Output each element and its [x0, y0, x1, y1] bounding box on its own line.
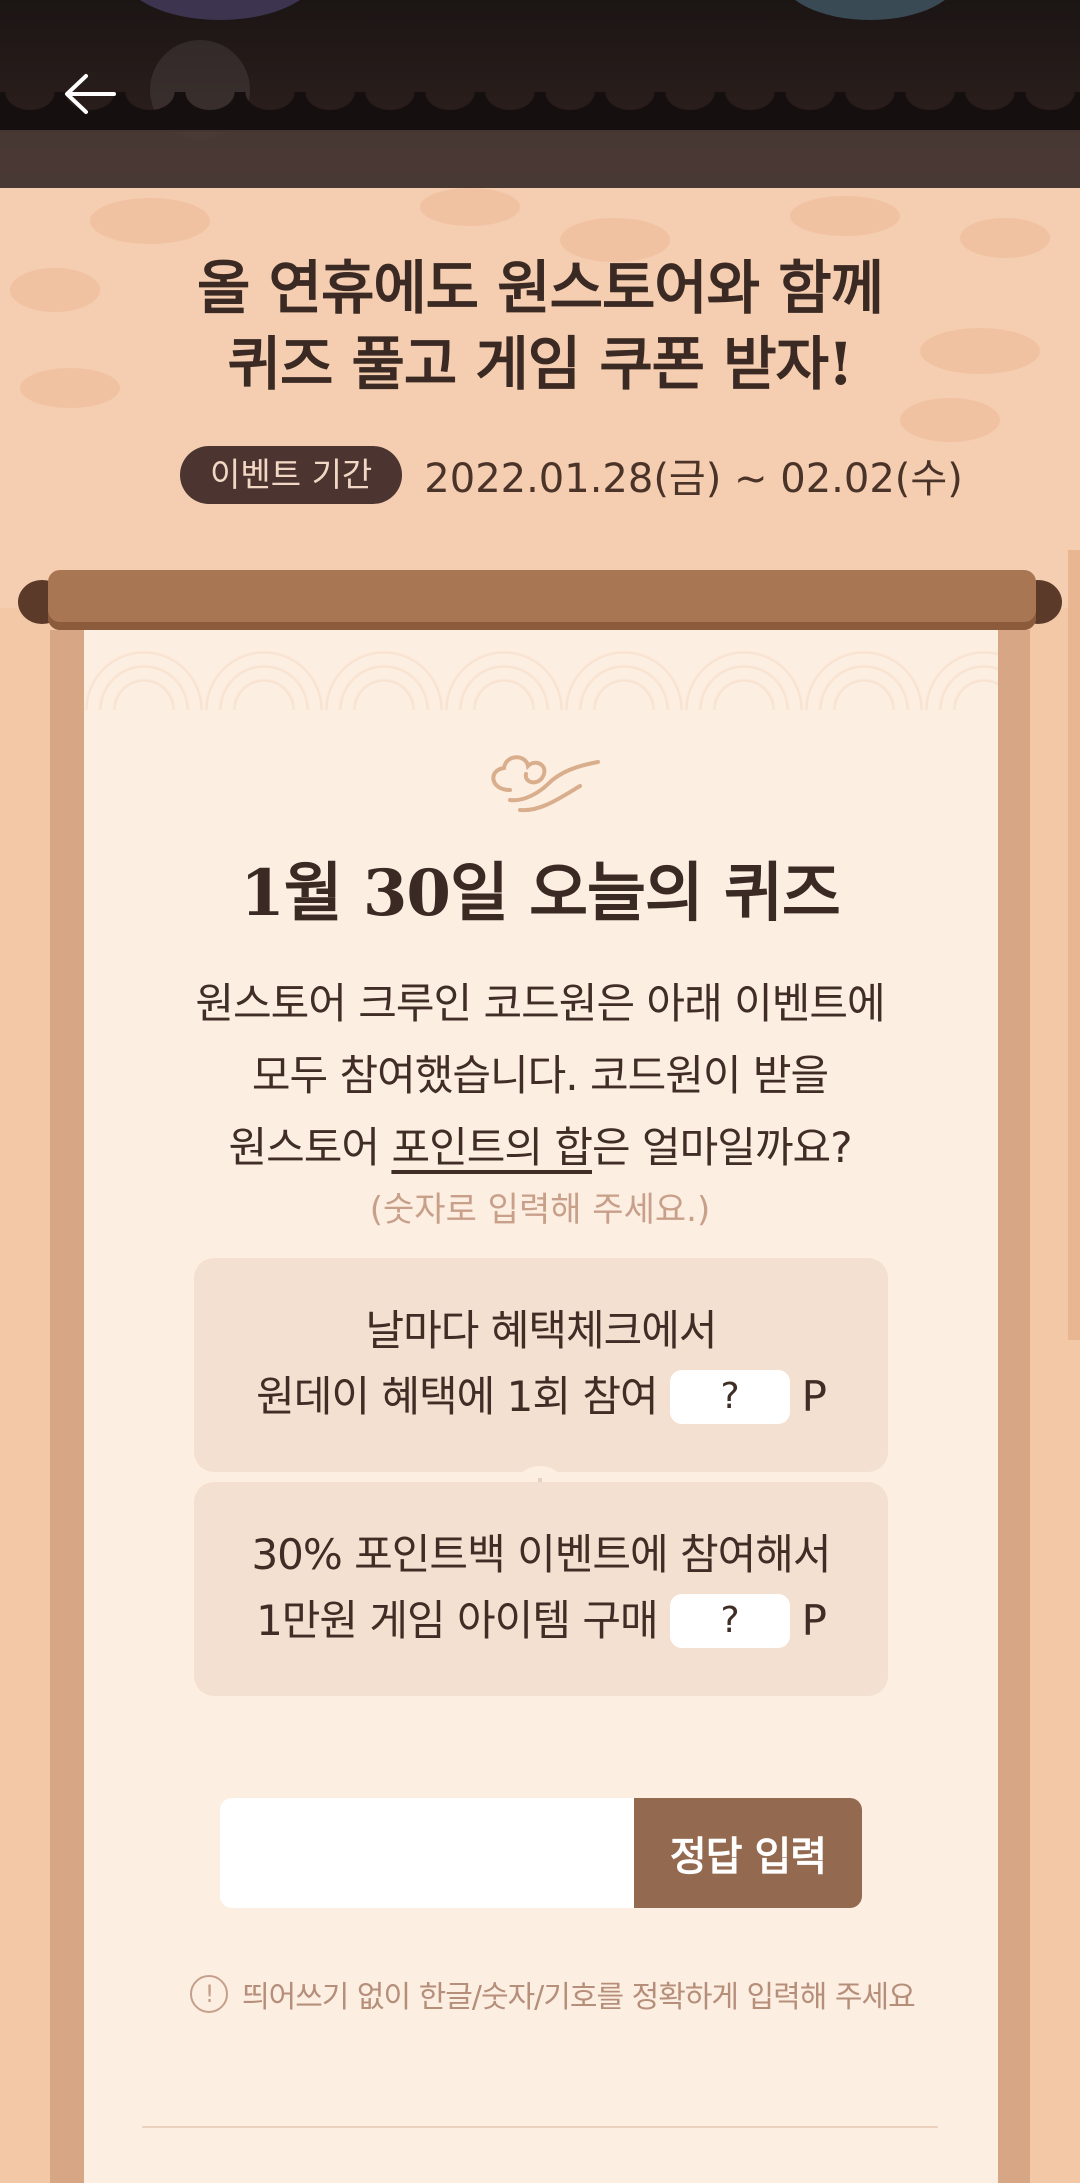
item-row: 1만원 게임 아이템 구매 ? P [194, 1588, 888, 1654]
headline-line-2: 퀴즈 풀고 게임 쿠폰 받자! [227, 330, 854, 398]
quiz-item-2: 30% 포인트백 이벤트에 참여해서 1만원 게임 아이템 구매 ? P [194, 1482, 888, 1696]
character-illustration-right [780, 0, 960, 20]
point-unit: P [801, 1596, 827, 1645]
roof-eaves [0, 130, 1080, 188]
character-illustration-left [120, 0, 320, 20]
top-banner [0, 0, 1080, 188]
quiz-item-1: 날마다 혜택체크에서 원데이 혜택에 1회 참여 ? P [194, 1258, 888, 1472]
exclamation-icon: ! [190, 1975, 228, 2013]
answer-input[interactable] [220, 1798, 634, 1908]
headline-line-1: 올 연휴에도 원스토어와 함께 [197, 254, 884, 322]
arrow-left-icon [65, 74, 116, 114]
input-notice: ! 띄어쓰기 없이 한글/숫자/기호를 정확하게 입력해 주세요 [190, 1972, 916, 2016]
quiz-title: 1월 30일 오늘의 퀴즈 [240, 856, 841, 931]
question-text: 원스토어 [228, 1123, 392, 1172]
question-line-2: 모두 참여했습니다. 코드원이 받을 [251, 1051, 829, 1100]
point-unit: P [801, 1372, 827, 1421]
question-line-3: 원스토어 포인트의 합은 얼마일까요? [0, 1112, 1080, 1184]
cloud-ornament-icon [491, 755, 600, 813]
roof-tiles [0, 92, 1080, 132]
period-dates: 2022.01.28(금) ~ 02.02(수) [424, 456, 963, 502]
item-description: 원데이 혜택에 1회 참여 [256, 1372, 659, 1421]
period-badge: 이벤트 기간 [180, 446, 403, 504]
item-row: 원데이 혜택에 1회 참여 ? P [194, 1364, 888, 1430]
event-headline: 올 연휴에도 원스토어와 함께 퀴즈 풀고 게임 쿠폰 받자! [0, 250, 1080, 402]
event-period: 이벤트 기간 2022.01.28(금) ~ 02.02(수) [180, 446, 963, 504]
input-hint: (숫자로 입력해 주세요.) [369, 1190, 711, 1230]
question-text: 은 얼마일까요? [592, 1123, 852, 1172]
submit-answer-button[interactable]: 정답 입력 [634, 1798, 862, 1908]
item-description: 30% 포인트백 이벤트에 참여해서 [251, 1530, 831, 1579]
scroll-rod [48, 570, 1036, 630]
wave-pattern [84, 630, 998, 720]
item-description: 날마다 혜택체크에서 [365, 1306, 717, 1355]
question-line-1: 원스토어 크루인 코드원은 아래 이벤트에 [195, 979, 885, 1028]
item-description: 1만원 게임 아이템 구매 [256, 1596, 659, 1645]
notice-text: 띄어쓰기 없이 한글/숫자/기호를 정확하게 입력해 주세요 [242, 1980, 916, 2015]
divider [142, 2126, 938, 2128]
blank-box: ? [669, 1370, 790, 1424]
question-emphasis: 포인트의 합 [391, 1123, 593, 1172]
back-button[interactable] [58, 62, 122, 126]
blank-box: ? [669, 1594, 790, 1648]
quiz-question: 원스토어 크루인 코드원은 아래 이벤트에 모두 참여했습니다. 코드원이 받을… [0, 968, 1080, 1184]
